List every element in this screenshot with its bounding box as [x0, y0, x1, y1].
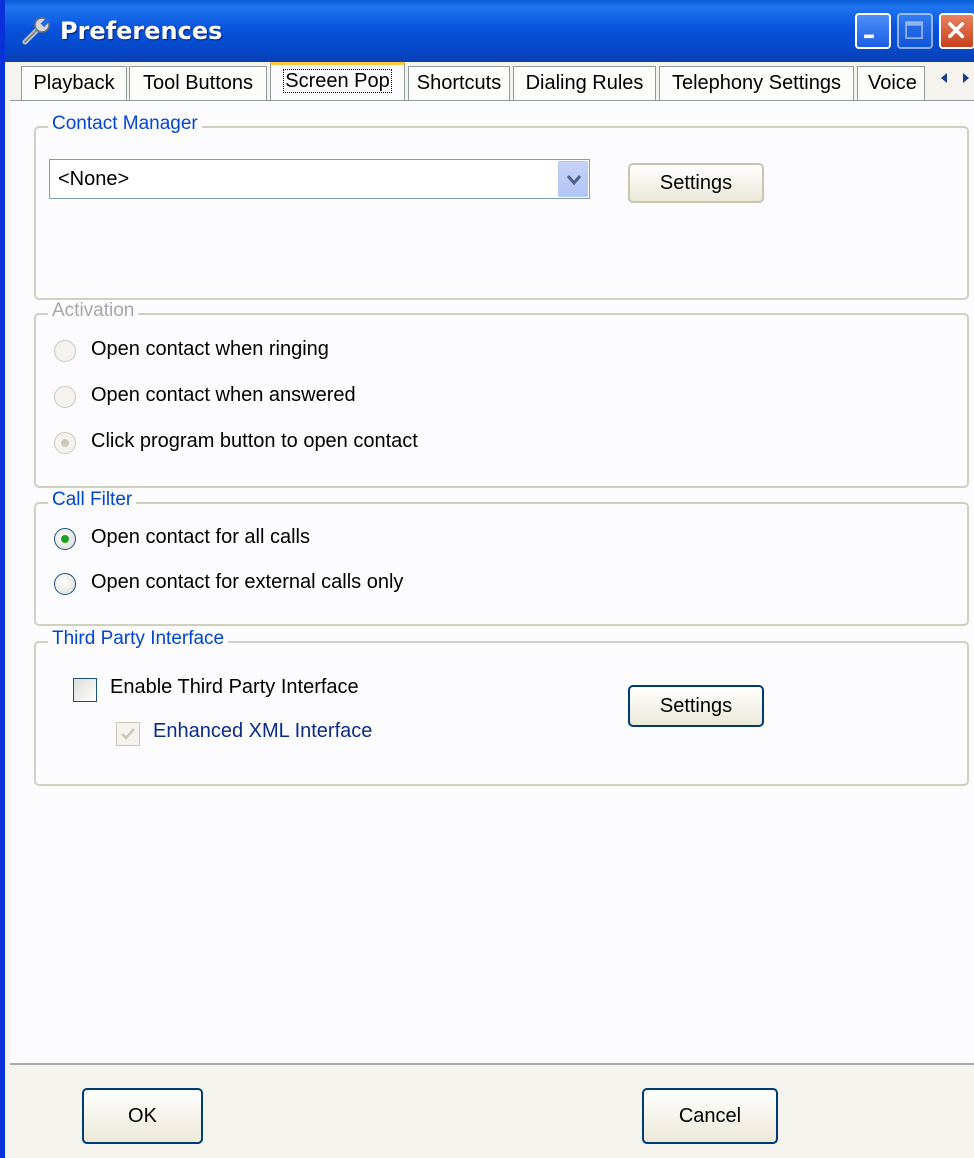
tab-telephony-settings[interactable]: Telephony Settings: [659, 66, 854, 100]
radio-button[interactable]: [54, 432, 76, 454]
radio-label: Click program button to open contact: [91, 430, 418, 452]
radio-label: Open contact when ringing: [91, 338, 329, 360]
tab-screen-pop[interactable]: Screen Pop: [270, 62, 405, 100]
radio-label: Open contact when answered: [91, 384, 356, 406]
wrench-icon: [22, 17, 51, 45]
close-button[interactable]: [939, 13, 974, 49]
call-filter-title: Call Filter: [48, 489, 137, 511]
radio-button[interactable]: [54, 386, 76, 408]
contact-manager-value: <None>: [58, 168, 130, 190]
radio-label: Open contact for all calls: [91, 526, 310, 548]
close-icon: [948, 22, 965, 39]
checkbox[interactable]: [73, 678, 97, 702]
cancel-button[interactable]: Cancel: [642, 1088, 778, 1144]
tab-voice[interactable]: Voice: [857, 66, 925, 100]
tab-shortcuts[interactable]: Shortcuts: [408, 66, 510, 100]
tab-scroll-arrows[interactable]: [933, 68, 974, 96]
radio-label: Open contact for external calls only: [91, 571, 404, 593]
tab-scroll-icon: [941, 73, 969, 83]
maximize-button[interactable]: [897, 13, 933, 49]
minimize-button[interactable]: [855, 13, 891, 49]
title-bar[interactable]: Preferences: [5, 0, 974, 62]
radio-button[interactable]: [54, 573, 76, 595]
checkbox-label: Enhanced XML Interface: [153, 720, 373, 742]
contact-manager-select[interactable]: <None>: [49, 159, 590, 199]
tab-strip: Playback Tool Buttons Screen Pop Shortcu…: [10, 62, 974, 100]
minimize-icon: [864, 34, 874, 39]
tab-dialing-rules[interactable]: Dialing Rules: [513, 66, 656, 100]
contact-manager-group: Contact Manager: [34, 113, 969, 300]
activation-title: Activation: [48, 300, 139, 322]
ok-button[interactable]: OK: [82, 1088, 203, 1144]
checkbox-label: Enable Third Party Interface: [110, 676, 359, 698]
checkmark-icon: [121, 728, 135, 740]
radio-button[interactable]: [54, 340, 76, 362]
radio-button[interactable]: [54, 528, 76, 550]
contact-manager-title: Contact Manager: [48, 113, 202, 135]
third-party-group: Third Party Interface: [34, 628, 969, 786]
tab-playback[interactable]: Playback: [21, 66, 127, 100]
third-party-title: Third Party Interface: [48, 628, 229, 650]
dropdown-button[interactable]: [558, 161, 588, 197]
tab-panel-screen-pop: Contact Manager <None> Settings Activati…: [10, 100, 974, 1063]
checkbox[interactable]: [116, 722, 140, 746]
preferences-window: Preferences Playback Tool Buttons Screen…: [0, 0, 974, 1158]
maximize-icon: [905, 21, 923, 39]
contact-manager-settings-button[interactable]: Settings: [628, 163, 764, 203]
dialog-footer: OK Cancel: [10, 1063, 974, 1158]
chevron-down-icon: [566, 175, 582, 186]
tab-tool-buttons[interactable]: Tool Buttons: [129, 66, 267, 100]
call-filter-group: Call Filter: [34, 489, 969, 626]
third-party-settings-button[interactable]: Settings: [628, 685, 764, 727]
window-title: Preferences: [60, 17, 223, 45]
